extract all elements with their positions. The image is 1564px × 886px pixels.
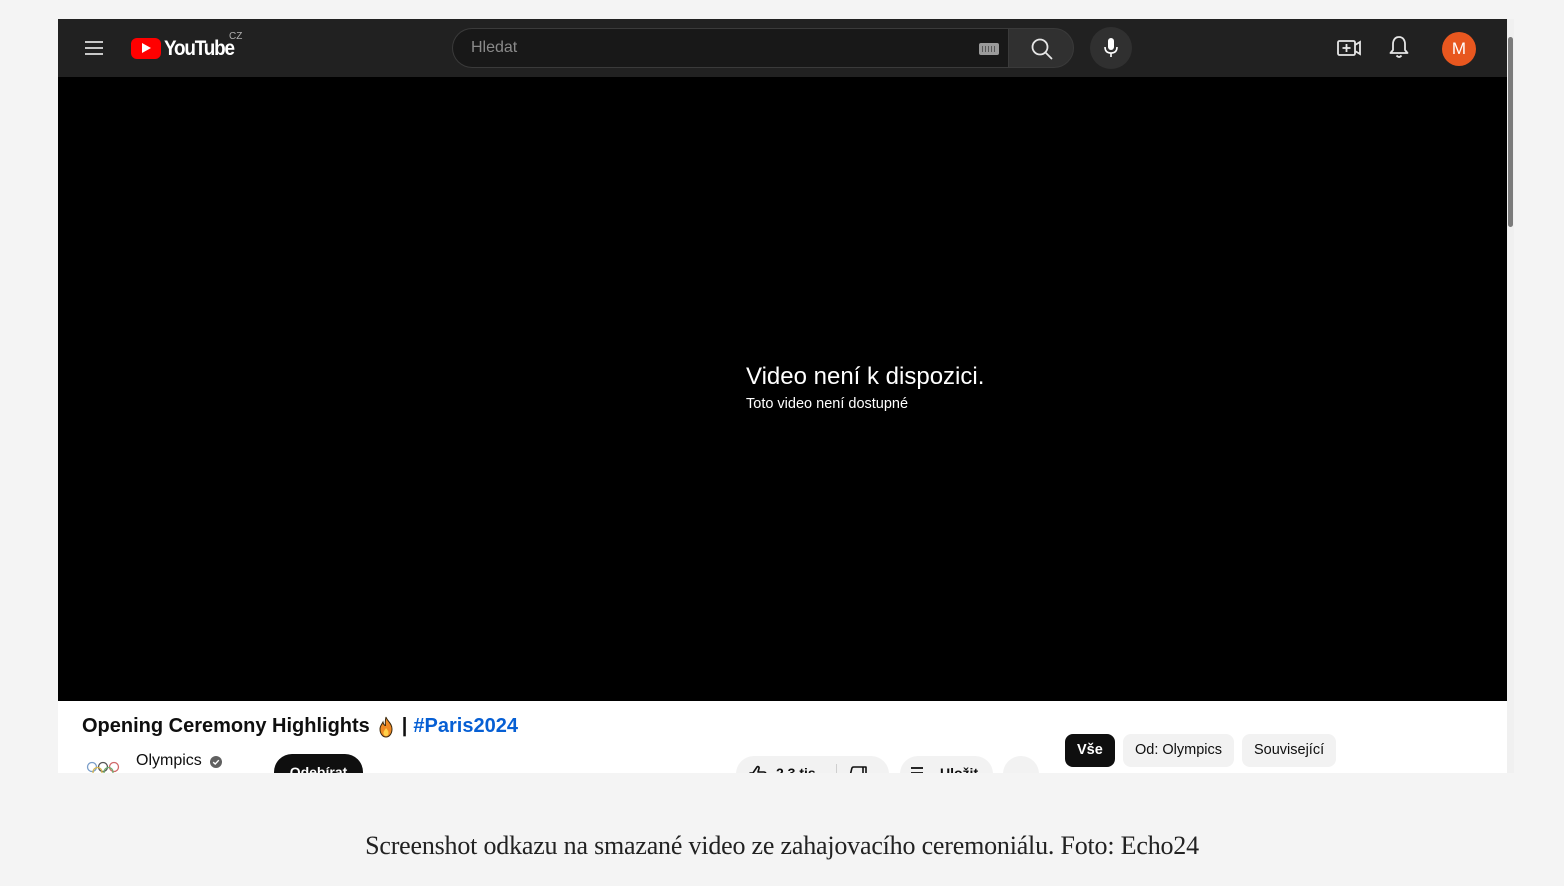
like-count[interactable]: 2,3 tis. [776,765,820,773]
fire-emoji-icon [379,716,393,738]
title-separator: | [401,715,408,737]
avatar[interactable]: M [1442,32,1476,66]
video-player[interactable]: Video není k dispozici. Toto video není … [58,77,1507,701]
video-title: Opening Ceremony Highlights | #Paris2024 [82,715,518,738]
logo-text: YouTube [164,37,235,60]
top-bar: YouTube CZ Hledat M [58,19,1507,77]
more-actions-button[interactable]: ··· [1003,756,1039,773]
microphone-icon [1104,38,1118,57]
playlist-add-icon [911,767,923,773]
video-unavailable-subtitle: Toto video není dostupné [746,396,909,412]
like-dislike-button-group: 2,3 tis. [736,756,889,773]
chip-all[interactable]: Vše [1065,734,1115,767]
youtube-play-icon [131,38,161,59]
video-title-text: Opening Ceremony Highlights [82,715,370,737]
chip-from-channel[interactable]: Od: Olympics [1123,734,1235,767]
video-unavailable-title: Video není k dispozici. [746,363,985,390]
save-button[interactable]: Uložit [900,756,993,773]
verified-check-icon [210,756,222,768]
chip-related[interactable]: Související [1242,734,1337,767]
bell-icon[interactable] [1387,34,1411,60]
thumbs-up-icon[interactable] [748,764,768,773]
hashtag-link[interactable]: #Paris2024 [413,715,518,738]
search-input[interactable] [469,29,949,67]
search-box [452,28,1008,68]
youtube-logo[interactable]: YouTube CZ [131,31,242,60]
olympic-rings-logo[interactable] [86,761,120,773]
thumbs-down-icon[interactable] [848,765,868,773]
scrollbar-thumb[interactable] [1508,37,1513,227]
country-code: CZ [229,31,243,42]
search-icon [1031,38,1053,60]
screenshot-frame: YouTube CZ Hledat M Video není k dispozi… [58,19,1514,773]
more-options-icon: ··· [1013,772,1032,773]
keyboard-icon[interactable] [979,43,999,55]
channel-name[interactable]: Olympics [136,752,202,770]
save-label: Uložit [940,765,979,773]
voice-search-button[interactable] [1090,27,1132,69]
search-button[interactable] [1008,28,1074,68]
hamburger-menu-icon[interactable] [82,36,106,60]
image-caption: Screenshot odkazu na smazané video ze za… [365,831,1199,860]
create-video-icon[interactable] [1336,36,1362,60]
subscribe-button[interactable]: Odebírat [274,754,363,773]
like-divider [836,764,837,773]
